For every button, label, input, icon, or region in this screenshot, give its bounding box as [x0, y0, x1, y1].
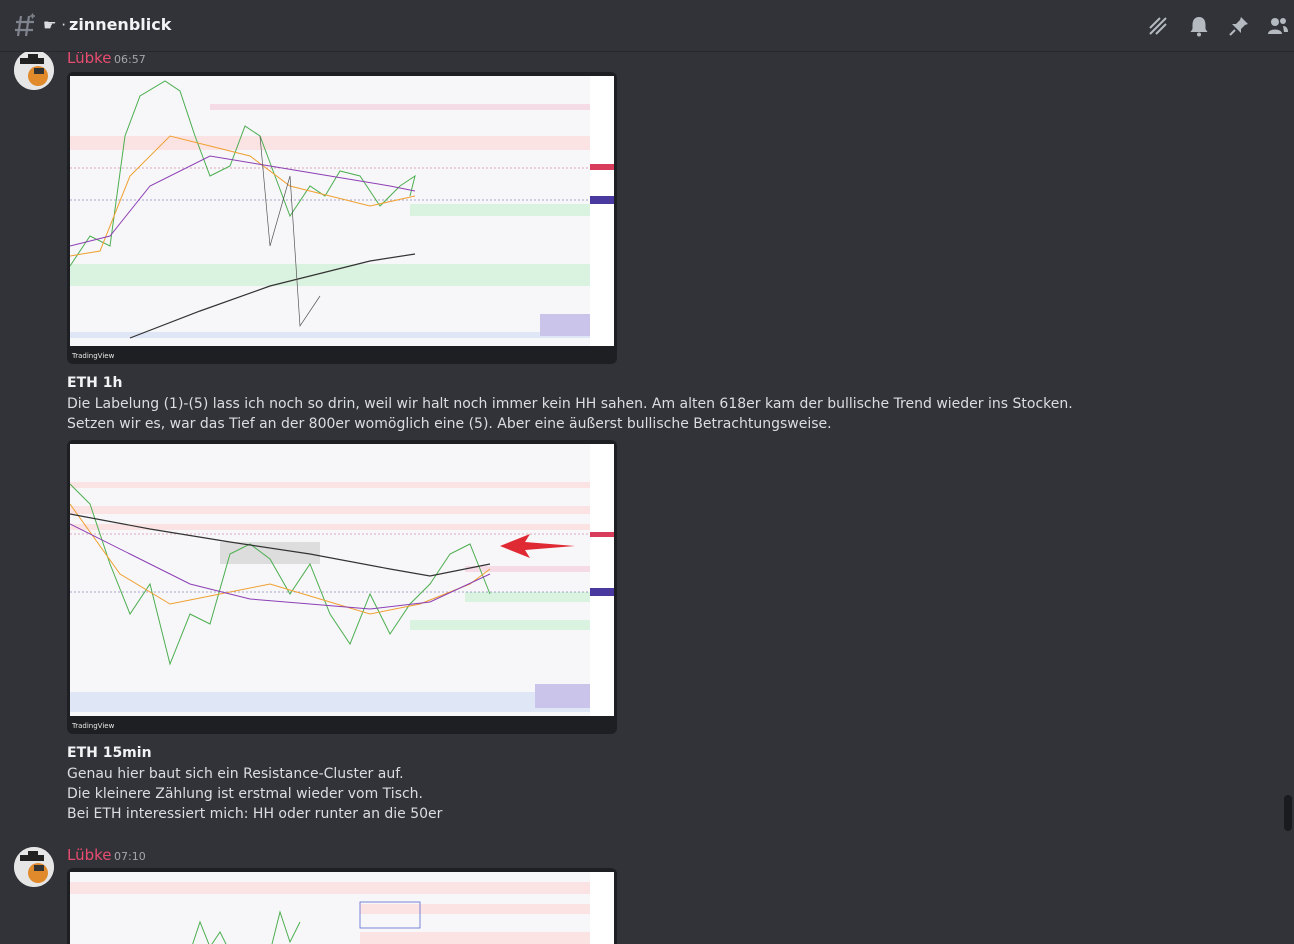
message-line: Setzen wir es, war das Tief an der 800er…	[67, 416, 832, 432]
chart-canvas	[70, 76, 614, 346]
channel-prefix: ☛ ·	[43, 16, 66, 34]
tradingview-footer: TradingView	[72, 352, 115, 360]
message-line: Bei ETH interessiert mich: HH oder runte…	[67, 806, 443, 822]
threads-icon[interactable]	[1147, 15, 1169, 37]
author-name[interactable]: Lübke	[67, 52, 112, 67]
chart-image-eth-1h[interactable]: TradingView	[67, 72, 617, 364]
chart-image-sol-1h[interactable]	[67, 868, 617, 944]
message-line: Die Labelung (1)-(5) lass ich noch so dr…	[67, 396, 1073, 412]
chart-canvas	[70, 444, 614, 716]
message-list: Lübke 06:57 TradingView ETH 1h Die Label…	[0, 52, 1280, 944]
timestamp: 06:57	[114, 53, 146, 66]
chart-image-eth-15min[interactable]: TradingView	[67, 440, 617, 734]
avatar-image	[14, 52, 54, 90]
pin-icon[interactable]	[1228, 15, 1250, 37]
author-name[interactable]: Lübke	[67, 846, 112, 864]
avatar[interactable]	[14, 52, 54, 90]
message-line: Genau hier baut sich ein Resistance-Clus…	[67, 766, 404, 782]
channel-header: ☛ · zinnenblick	[0, 0, 1294, 52]
scrollbar-thumb[interactable]	[1284, 795, 1292, 831]
avatar[interactable]	[14, 847, 54, 887]
members-icon[interactable]	[1267, 15, 1289, 37]
chart-drawing	[70, 76, 614, 346]
tradingview-footer: TradingView	[72, 722, 115, 730]
avatar-image	[14, 847, 54, 887]
hashtag-icon	[15, 13, 35, 37]
timestamp: 07:10	[114, 850, 146, 863]
message-title: ETH 1h	[67, 375, 123, 391]
chart-drawing	[70, 444, 614, 716]
channel-name: zinnenblick	[69, 15, 172, 34]
chart-drawing	[70, 872, 614, 944]
chart-canvas	[70, 872, 614, 944]
message-title: ETH 15min	[67, 745, 152, 761]
message-line: Die kleinere Zählung ist erstmal wieder …	[67, 786, 424, 802]
bell-icon[interactable]	[1188, 15, 1210, 37]
